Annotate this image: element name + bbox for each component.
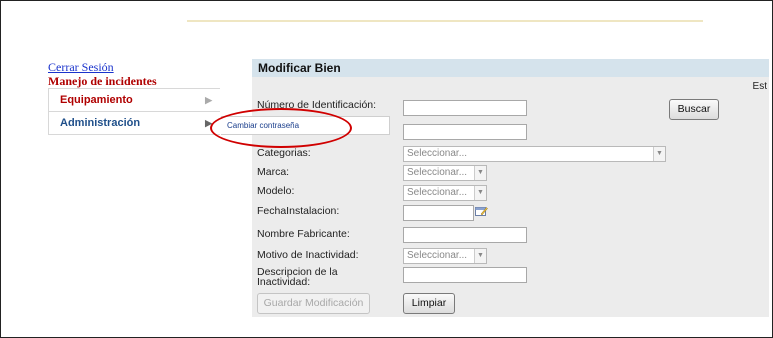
sidebar-item-administracion[interactable]: Administración ▶ bbox=[48, 112, 220, 135]
inactivity-description-label: Descripcion de la Inactividad: bbox=[257, 267, 338, 288]
brand-label: Marca: bbox=[257, 166, 290, 178]
calendar-icon[interactable] bbox=[475, 205, 488, 216]
model-selected-value: Seleccionar... bbox=[407, 187, 468, 198]
categories-selected-value: Seleccionar... bbox=[407, 148, 468, 159]
clear-button[interactable]: Limpiar bbox=[403, 293, 455, 314]
brand-selected-value: Seleccionar... bbox=[407, 167, 468, 178]
form-title: Modificar Bien bbox=[252, 59, 769, 77]
model-label: Modelo: bbox=[257, 185, 295, 197]
chevron-down-icon: ▼ bbox=[474, 249, 486, 263]
categories-select[interactable]: Seleccionar... ▼ bbox=[403, 146, 666, 162]
categories-label: Categorias: bbox=[257, 147, 311, 159]
header-divider bbox=[187, 20, 703, 22]
install-date-input[interactable] bbox=[403, 205, 474, 221]
sidebar-item-label: Administración bbox=[60, 117, 141, 129]
chevron-down-icon: ▼ bbox=[474, 186, 486, 200]
sidebar-item-label: Equipamiento bbox=[60, 94, 133, 106]
chevron-right-icon: ▶ bbox=[205, 95, 212, 105]
annotation-ellipse bbox=[210, 108, 352, 148]
inactivity-description-input[interactable] bbox=[403, 267, 527, 283]
save-button[interactable]: Guardar Modificación bbox=[257, 293, 370, 314]
manufacturer-input[interactable] bbox=[403, 227, 527, 243]
install-date-label: FechaInstalacion: bbox=[257, 205, 340, 217]
brand-select[interactable]: Seleccionar... ▼ bbox=[403, 165, 487, 181]
menu-section-title: Manejo de incidentes bbox=[48, 74, 220, 89]
model-select[interactable]: Seleccionar... ▼ bbox=[403, 185, 487, 201]
search-button[interactable]: Buscar bbox=[669, 99, 719, 120]
inactivity-description-label-line2: Inactividad: bbox=[257, 276, 311, 288]
logout-link[interactable]: Cerrar Sesión bbox=[48, 60, 114, 75]
description-input[interactable] bbox=[403, 124, 527, 140]
sidebar-item-equipamiento[interactable]: Equipamiento ▶ bbox=[48, 89, 220, 112]
status-fragment: Est bbox=[752, 81, 767, 92]
chevron-down-icon: ▼ bbox=[653, 147, 665, 161]
inactivity-reason-label: Motivo de Inactividad: bbox=[257, 249, 359, 261]
inactivity-reason-selected-value: Seleccionar... bbox=[407, 250, 468, 261]
chevron-down-icon: ▼ bbox=[474, 166, 486, 180]
inactivity-reason-select[interactable]: Seleccionar... ▼ bbox=[403, 248, 487, 264]
id-input[interactable] bbox=[403, 100, 527, 116]
sidebar-menu: Manejo de incidentes Equipamiento ▶ Admi… bbox=[48, 74, 220, 135]
manufacturer-label: Nombre Fabricante: bbox=[257, 228, 350, 240]
